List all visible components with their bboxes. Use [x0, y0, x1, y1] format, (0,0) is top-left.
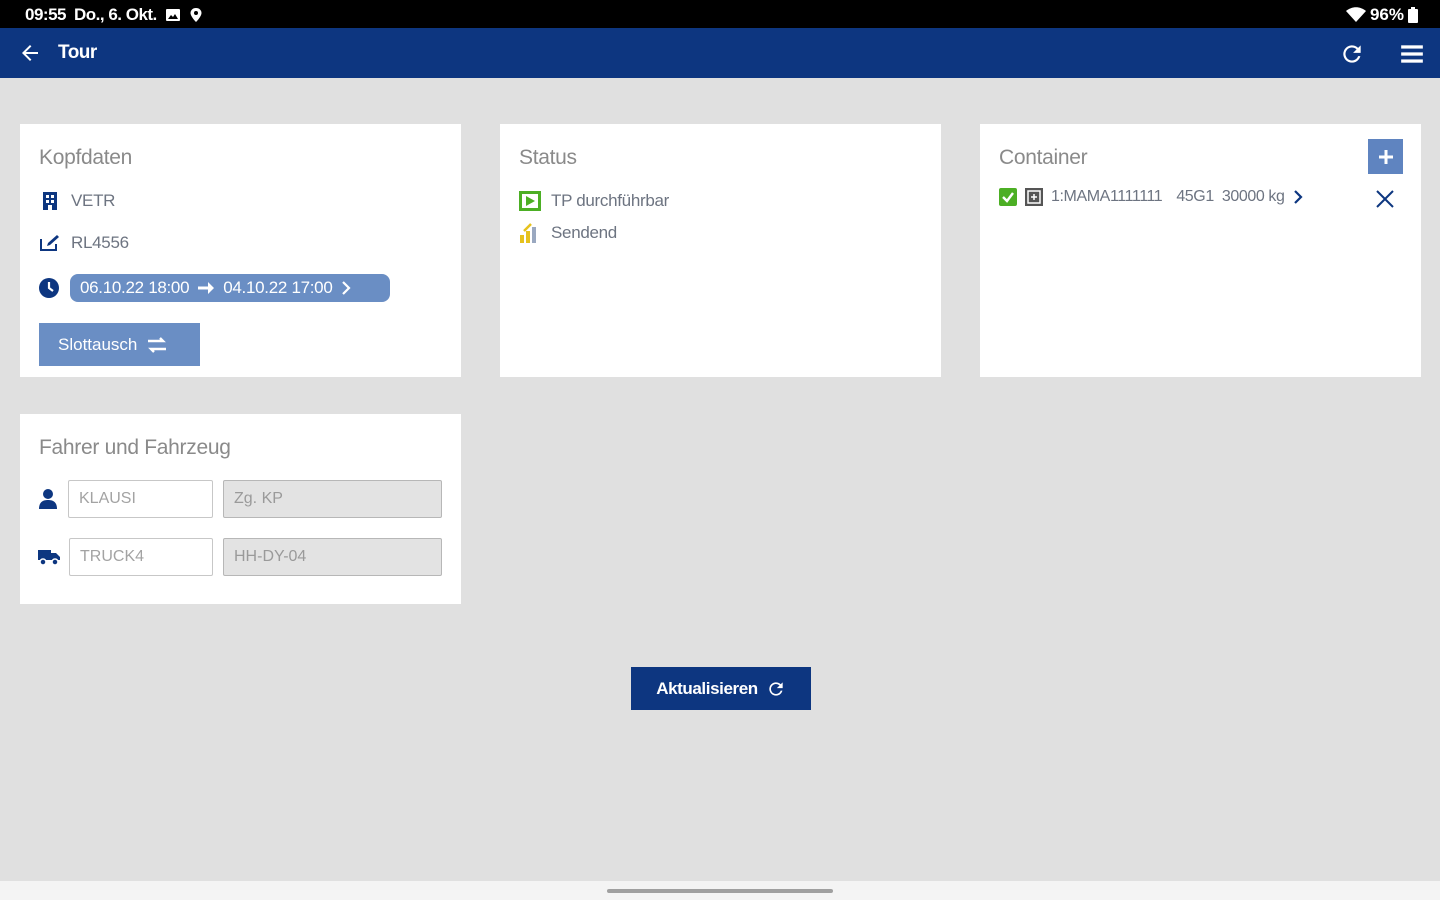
- status-right: 96%: [1345, 5, 1418, 25]
- wifi-icon: [1345, 7, 1366, 22]
- container-box-icon: [1025, 188, 1043, 206]
- container-card: Container 1:MAMA1111111 45G1 30000 kg: [980, 124, 1421, 377]
- truck-plate-field: HH-DY-04: [223, 538, 442, 576]
- system-nav-bar: [0, 881, 1440, 900]
- status-sending-label: Sendend: [551, 223, 617, 242]
- company-value: VETR: [71, 191, 116, 210]
- kopfdaten-title: Kopfdaten: [39, 146, 133, 169]
- date-range-pill[interactable]: 06.10.22 18:00 04.10.22 17:00: [70, 274, 390, 302]
- person-icon: [39, 489, 57, 514]
- date-from: 06.10.22 18:00: [80, 278, 190, 297]
- signal-icon: [519, 222, 541, 244]
- container-list-item[interactable]: 1:MAMA1111111 45G1 30000 kg: [999, 188, 1303, 206]
- refresh-icon: [769, 681, 783, 696]
- add-container-button[interactable]: [1368, 139, 1403, 174]
- chevron-right-icon: [1293, 190, 1303, 204]
- system-status-bar: 09:55 Do., 6. Okt. 96%: [0, 0, 1440, 28]
- company-row: VETR: [39, 190, 115, 212]
- driver-extra-field: Zg. KP: [223, 480, 442, 518]
- slot-swap-label: Slottausch: [58, 334, 138, 354]
- reference-row: RL4556: [39, 232, 129, 254]
- clock-icon: [39, 278, 59, 298]
- status-time: 09:55: [25, 5, 66, 24]
- container-title: Container: [999, 146, 1088, 169]
- building-icon: [39, 190, 61, 212]
- status-card: Status TP durchführbar Sendend: [500, 124, 941, 377]
- reference-value: RL4556: [71, 233, 129, 252]
- driver-vehicle-title: Fahrer und Fahrzeug: [39, 436, 231, 459]
- home-gesture-handle[interactable]: [607, 889, 833, 893]
- status-executable-label: TP durchführbar: [551, 191, 670, 210]
- edit-document-icon: [39, 232, 61, 254]
- status-left: 09:55 Do., 6. Okt.: [25, 5, 203, 25]
- kopfdaten-card: Kopfdaten VETR RL4556 06.10.22 18:00 04.…: [20, 124, 461, 377]
- plus-icon: [1378, 149, 1393, 164]
- driver-input[interactable]: KLAUSI: [68, 480, 213, 518]
- container-type: 45G1: [1176, 188, 1214, 205]
- arrow-right-icon: [198, 282, 215, 294]
- container-weight: 30000 kg: [1221, 188, 1285, 205]
- image-notification-icon: [165, 9, 180, 21]
- status-item-executable: TP durchführbar: [519, 190, 669, 212]
- battery-percent: 96%: [1369, 5, 1404, 24]
- update-button-label: Aktualisieren: [656, 678, 758, 698]
- location-icon: [190, 8, 202, 22]
- menu-icon[interactable]: [1399, 41, 1425, 67]
- refresh-icon[interactable]: [1339, 41, 1365, 67]
- battery-icon: [1408, 7, 1418, 23]
- date-to: 04.10.22 17:00: [223, 278, 333, 297]
- app-bar: Tour: [0, 28, 1440, 78]
- play-flag-icon: [519, 190, 541, 212]
- chevron-right-icon: [341, 281, 351, 295]
- container-id: 1:MAMA1111111: [1051, 188, 1163, 205]
- page-title: Tour: [58, 42, 97, 63]
- status-item-sending: Sendend: [519, 222, 617, 244]
- swap-arrows-icon: [148, 336, 167, 353]
- back-arrow-icon[interactable]: [18, 41, 42, 65]
- status-date: Do., 6. Okt.: [73, 5, 157, 24]
- driver-vehicle-card: Fahrer und Fahrzeug KLAUSI Zg. KP TRUCK4…: [20, 414, 461, 604]
- truck-input[interactable]: TRUCK4: [69, 538, 213, 576]
- remove-container-icon[interactable]: [1374, 188, 1396, 210]
- truck-icon: [38, 548, 60, 571]
- update-button[interactable]: Aktualisieren: [631, 667, 811, 710]
- slot-swap-button[interactable]: Slottausch: [39, 323, 200, 366]
- checkbox-checked-icon[interactable]: [999, 188, 1017, 206]
- status-title: Status: [519, 146, 577, 169]
